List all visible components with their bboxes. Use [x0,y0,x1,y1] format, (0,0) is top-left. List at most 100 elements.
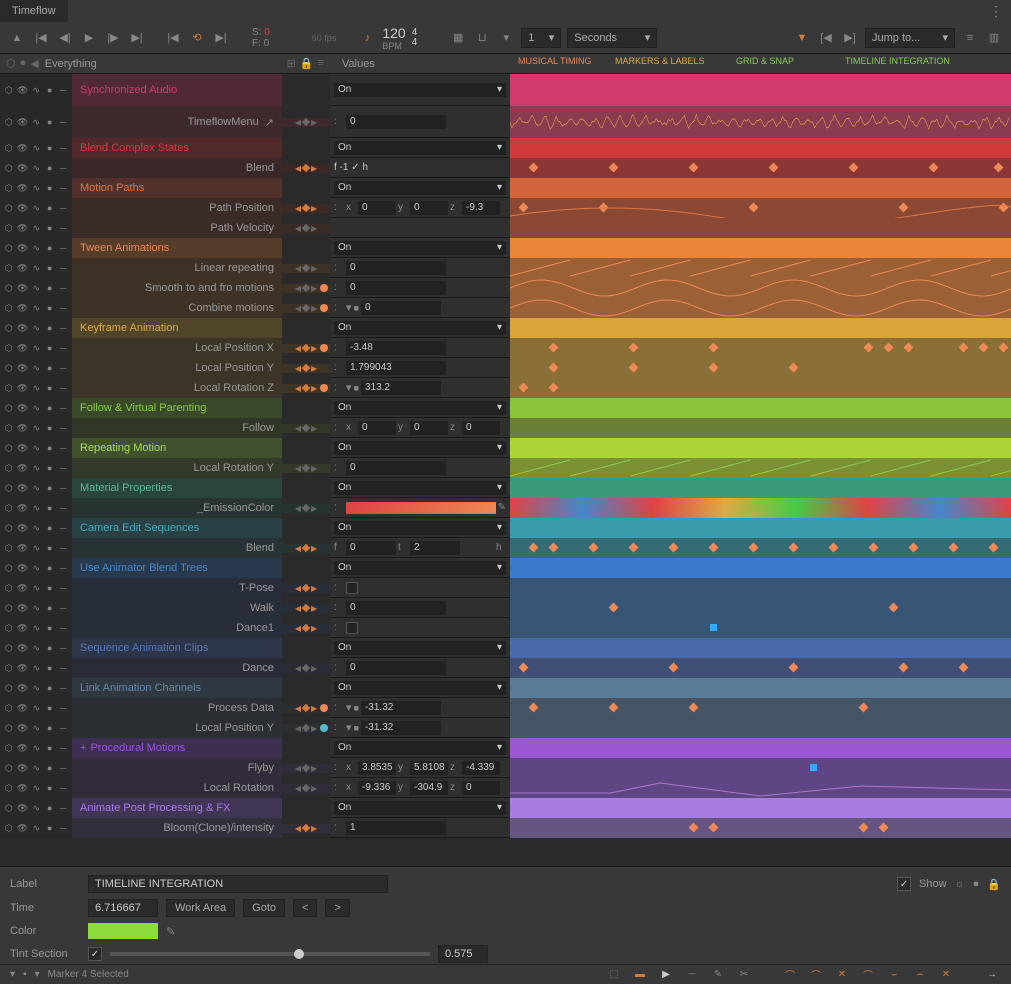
curve-icon[interactable]: ∿ [32,443,42,453]
track-row-link[interactable]: ⬡ 👁 ∿ ● ─ Link Animation Channels [0,678,330,698]
x-input[interactable] [358,761,396,775]
dash-icon[interactable]: ─ [59,263,69,273]
dash-icon[interactable]: ─ [59,603,69,613]
track-row-camera[interactable]: ⬡ 👁 ∿ ● ─ Camera Edit Sequences [0,518,330,538]
dash-icon[interactable]: ─ [59,85,69,95]
track-row-bloom[interactable]: ⬡ 👁 ∿ ● ─ Bloom(Clone)/intensity ◀▶ [0,818,330,838]
z-input[interactable] [462,421,500,435]
timeline-row-follow-sub[interactable] [510,418,1011,438]
mute-icon[interactable]: ● [45,483,55,493]
value-cell-linear-rep[interactable]: : [330,258,510,278]
dash-icon[interactable]: ─ [59,683,69,693]
mute-icon[interactable]: ● [45,563,55,573]
time-signature[interactable]: 4 4 [412,28,418,48]
dash-icon[interactable]: ─ [59,243,69,253]
rect-icon[interactable]: ▪ [23,969,27,980]
next-marker-button[interactable]: > [325,899,349,917]
gear-icon[interactable]: ● [973,878,980,890]
value-cell-follow-sub[interactable]: :xyz [330,418,510,438]
track-label[interactable]: T-Pose [72,578,282,598]
eye-icon[interactable]: 👁 [18,203,28,213]
mute-icon[interactable]: ● [45,523,55,533]
value-cell-camera-blend[interactable]: fth [330,538,510,558]
dash-icon[interactable]: ─ [59,823,69,833]
curve-icon[interactable]: ∿ [32,203,42,213]
timeline-row-linear-rep[interactable] [510,258,1011,278]
dash-icon[interactable]: ─ [59,303,69,313]
track-row-combine[interactable]: ⬡ 👁 ∿ ● ─ Combine motions ◀▶ [0,298,330,318]
mute-icon[interactable]: ● [45,303,55,313]
mute-icon[interactable]: ● [45,763,55,773]
curve-icon[interactable]: ∿ [32,723,42,733]
mute-icon[interactable]: ● [45,403,55,413]
keyframe-controls[interactable]: ◀▶ [282,724,330,733]
select-tool-icon[interactable]: ▬ [631,967,649,983]
dash-icon[interactable]: ─ [59,563,69,573]
time-input[interactable] [88,899,158,917]
track-label[interactable]: Repeating Motion [72,438,282,458]
range-start-icon[interactable]: |◀ [164,29,182,47]
mute-icon[interactable]: ● [45,823,55,833]
mute-icon[interactable]: ● [45,743,55,753]
curve-icon[interactable]: ∿ [32,643,42,653]
track-label[interactable]: TimeflowMenu ↗ [72,106,282,138]
curve-icon[interactable]: ∿ [32,503,42,513]
track-row-motion-paths[interactable]: ⬡ 👁 ∿ ● ─ Motion Paths [0,178,330,198]
curve4-icon[interactable]: ⌒ [859,967,877,983]
on-off-dropdown[interactable]: On▾ [334,561,506,575]
chain-icon[interactable]: ⬡ [4,263,14,273]
chain-icon[interactable]: ⬡ [4,563,14,573]
bracket-right-icon[interactable]: ▶] [841,29,859,47]
track-label[interactable]: Local Rotation [72,778,282,798]
track-label[interactable]: +Procedural Motions [72,738,282,758]
track-row-localy[interactable]: ⬡ 👁 ∿ ● ─ Local Position Y ◀▶ [0,358,330,378]
prev-marker-button[interactable]: < [293,899,317,917]
dash-icon[interactable]: ─ [59,323,69,333]
value-cell-combine[interactable]: :▾■ [330,298,510,318]
eye-icon[interactable]: 👁 [18,163,28,173]
track-label[interactable]: Walk [72,598,282,618]
chain-icon[interactable]: ⬡ [4,503,14,513]
track-filter-label[interactable]: Everything [39,58,287,70]
track-label[interactable]: Tween Animations [72,238,282,258]
track-row-walk[interactable]: ⬡ 👁 ∿ ● ─ Walk ◀▶ [0,598,330,618]
value-input[interactable] [346,341,446,355]
z-input[interactable] [462,781,500,795]
chain-icon[interactable]: ⬡ [4,243,14,253]
x-input[interactable] [358,201,396,215]
chain-icon[interactable]: ⬡ [4,283,14,293]
chain-icon[interactable]: ⬡ [6,57,16,70]
keyframe-controls[interactable]: ◀▶ [282,424,330,433]
value-checkbox[interactable] [346,622,358,634]
eye-icon[interactable]: 👁 [18,683,28,693]
track-label[interactable]: Keyframe Animation [72,318,282,338]
keyframe-controls[interactable]: ◀▶ [282,764,330,773]
value-cell-sync-audio[interactable]: On▾ [330,74,510,106]
marker-timeline-integration[interactable]: TIMELINE INTEGRATION [845,56,950,66]
z-input[interactable] [462,201,500,215]
curve-icon[interactable]: ∿ [32,283,42,293]
mute-icon[interactable]: ● [45,683,55,693]
value-input[interactable] [346,281,446,295]
t-input[interactable] [410,541,460,555]
snap-number-dropdown[interactable]: 1▾ [521,28,561,48]
circle-icon[interactable]: ● [20,57,27,70]
value-cell-dance1[interactable]: : [330,618,510,638]
track-label[interactable]: Path Velocity [72,218,282,238]
curve-icon[interactable]: ∿ [32,563,42,573]
value-cell-tween[interactable]: On▾ [330,238,510,258]
jump-to-dropdown[interactable]: Jump to...▾ [865,28,955,48]
eyedropper-icon[interactable]: ✎ [166,925,175,938]
curve2-icon[interactable]: ⌒ [807,967,825,983]
timeline-row-repeating[interactable] [510,438,1011,458]
chain-icon[interactable]: ⬡ [4,523,14,533]
eye-icon[interactable]: 👁 [18,723,28,733]
arrow-icon[interactable]: → [983,967,1001,983]
on-off-dropdown[interactable]: On▾ [334,181,506,195]
next-frame-icon[interactable]: |▶ [104,29,122,47]
curve-icon[interactable]: ∿ [32,583,42,593]
mute-icon[interactable]: ● [45,243,55,253]
curve-icon[interactable]: ∿ [32,423,42,433]
track-label[interactable]: Smooth to and fro motions [72,278,282,298]
curve-icon[interactable]: ∿ [32,463,42,473]
